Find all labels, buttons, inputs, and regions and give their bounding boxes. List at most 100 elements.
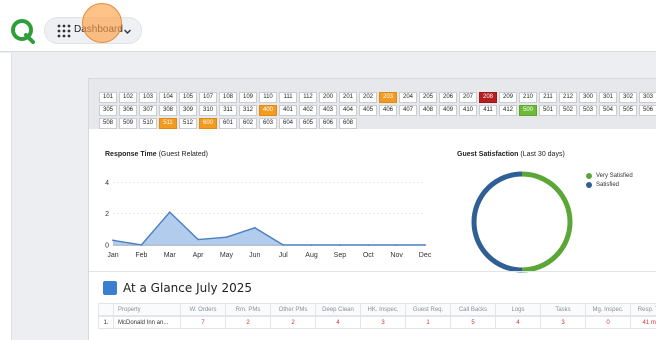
room-300[interactable]: 300	[579, 92, 597, 103]
room-103[interactable]: 103	[139, 92, 157, 103]
room-600[interactable]: 600	[199, 118, 217, 129]
room-602[interactable]: 602	[239, 118, 257, 129]
room-109[interactable]: 109	[239, 92, 257, 103]
room-404[interactable]: 404	[339, 105, 357, 116]
table-cell[interactable]: 2	[270, 316, 316, 329]
room-606[interactable]: 606	[319, 118, 337, 129]
room-200[interactable]: 200	[319, 92, 337, 103]
room-303[interactable]: 303	[639, 92, 656, 103]
room-400[interactable]: 400	[259, 105, 277, 116]
room-301[interactable]: 301	[599, 92, 617, 103]
room-203[interactable]: 203	[379, 92, 397, 103]
room-105[interactable]: 105	[179, 92, 197, 103]
room-108[interactable]: 108	[219, 92, 237, 103]
room-111[interactable]: 111	[279, 92, 297, 103]
room-402[interactable]: 402	[299, 105, 317, 116]
room-501[interactable]: 501	[539, 105, 557, 116]
room-401[interactable]: 401	[279, 105, 297, 116]
room-512[interactable]: 512	[179, 118, 197, 129]
table-cell[interactable]: 0	[585, 316, 631, 329]
room-208[interactable]: 208	[479, 92, 497, 103]
room-410[interactable]: 410	[459, 105, 477, 116]
room-205[interactable]: 205	[419, 92, 437, 103]
y-tick-label: 4	[105, 180, 109, 187]
q-logo-icon[interactable]	[10, 18, 36, 44]
room-502[interactable]: 502	[559, 105, 577, 116]
area-fill	[113, 212, 425, 245]
room-509[interactable]: 509	[119, 118, 137, 129]
legend-item[interactable]: Satisfied	[586, 180, 633, 189]
room-405[interactable]: 405	[359, 105, 377, 116]
legend-item[interactable]: Very Satisfied	[586, 171, 633, 180]
room-605[interactable]: 605	[299, 118, 317, 129]
room-207[interactable]: 207	[459, 92, 477, 103]
room-206[interactable]: 206	[439, 92, 457, 103]
x-tick-label: Oct	[363, 252, 374, 259]
room-508[interactable]: 508	[99, 118, 117, 129]
x-tick-label: Nov	[390, 252, 403, 259]
guest-satisfaction-title-rest: (Last 30 days)	[518, 151, 565, 158]
room-505[interactable]: 505	[619, 105, 637, 116]
room-411[interactable]: 411	[479, 105, 497, 116]
room-row: 305 306 307 308 309 310 311 312 400 401 402 403 404 4…	[99, 105, 656, 116]
data-point	[197, 238, 199, 241]
room-601[interactable]: 601	[219, 118, 237, 129]
room-310[interactable]: 310	[199, 105, 217, 116]
room-604[interactable]: 604	[279, 118, 297, 129]
room-503[interactable]: 503	[579, 105, 597, 116]
table-cell[interactable]: 2	[225, 316, 271, 329]
room-409[interactable]: 409	[439, 105, 457, 116]
room-306[interactable]: 306	[119, 105, 137, 116]
room-412[interactable]: 412	[499, 105, 517, 116]
data-point	[367, 244, 370, 246]
room-408[interactable]: 408	[419, 105, 437, 116]
column-header: Deep Clean	[315, 303, 361, 316]
room-209[interactable]: 209	[499, 92, 517, 103]
room-101[interactable]: 101	[99, 92, 117, 103]
room-311[interactable]: 311	[219, 105, 237, 116]
room-107[interactable]: 107	[199, 92, 217, 103]
room-104[interactable]: 104	[159, 92, 177, 103]
room-305[interactable]: 305	[99, 105, 117, 116]
room-511[interactable]: 511	[159, 118, 177, 129]
column-header: Logs	[495, 303, 541, 316]
room-500[interactable]: 500	[519, 105, 537, 116]
room-307[interactable]: 307	[139, 105, 157, 116]
room-302[interactable]: 302	[619, 92, 637, 103]
table-cell[interactable]: 3	[360, 316, 406, 329]
room-102[interactable]: 102	[119, 92, 137, 103]
table-row[interactable]: 1.McDonald Inn an...722431543041 mins	[98, 316, 656, 330]
table-cell[interactable]: 3	[540, 316, 586, 329]
column-header: Guest Req.	[405, 303, 451, 316]
room-212[interactable]: 212	[559, 92, 577, 103]
table-cell[interactable]: 5	[450, 316, 496, 329]
room-211[interactable]: 211	[539, 92, 557, 103]
data-point	[112, 239, 114, 242]
room-506[interactable]: 506	[639, 105, 656, 116]
room-210[interactable]: 210	[519, 92, 537, 103]
room-406[interactable]: 406	[379, 105, 397, 116]
room-510[interactable]: 510	[139, 118, 157, 129]
room-110[interactable]: 110	[259, 92, 277, 103]
room-112[interactable]: 112	[299, 92, 317, 103]
room-403[interactable]: 403	[319, 105, 337, 116]
room-309[interactable]: 309	[179, 105, 197, 116]
x-tick-label: Mar	[164, 252, 177, 259]
room-308[interactable]: 308	[159, 105, 177, 116]
room-407[interactable]: 407	[399, 105, 417, 116]
room-row: 508 509 510 511 512 600 601 602 603 604 605 606 608	[99, 118, 359, 129]
room-504[interactable]: 504	[599, 105, 617, 116]
table-cell[interactable]: 41 mins	[630, 316, 656, 329]
room-312[interactable]: 312	[239, 105, 257, 116]
table-cell[interactable]: 4	[495, 316, 541, 329]
satisfaction-legend: Very Satisfied Satisfied	[586, 171, 633, 189]
table-cell[interactable]: 4	[315, 316, 361, 329]
room-201[interactable]: 201	[339, 92, 357, 103]
room-204[interactable]: 204	[399, 92, 417, 103]
data-point	[282, 244, 285, 246]
room-608[interactable]: 608	[339, 118, 357, 129]
table-cell[interactable]: 1	[405, 316, 451, 329]
table-cell[interactable]: 7	[180, 316, 226, 329]
room-202[interactable]: 202	[359, 92, 377, 103]
room-603[interactable]: 603	[259, 118, 277, 129]
